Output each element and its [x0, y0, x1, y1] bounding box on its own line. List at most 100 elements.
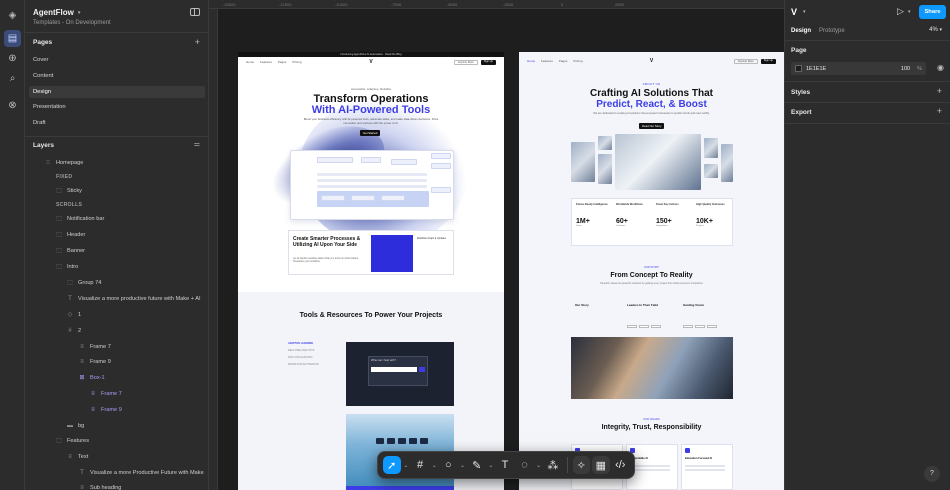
- nav-link[interactable]: Home: [246, 60, 254, 64]
- chevron-down-icon[interactable]: ⌄: [459, 456, 466, 474]
- canvas[interactable]: -15000 -12500 -10000 -7500 -5000 -2500 0…: [209, 0, 784, 490]
- file-name[interactable]: AgentFlow ▾: [33, 8, 80, 17]
- frame-icon: ⬚: [56, 264, 62, 270]
- chevron-down-icon[interactable]: ⌄: [535, 456, 542, 474]
- page-background-field[interactable]: 1E1E1E 100 %: [791, 62, 926, 75]
- nav-link[interactable]: Pricing: [573, 59, 582, 63]
- pen-tool-icon[interactable]: ✎: [468, 456, 486, 474]
- tools-tab[interactable]: DATA VISUALIZATION: [288, 356, 334, 359]
- nav-link[interactable]: Features: [260, 60, 272, 64]
- page-item-design[interactable]: Design: [29, 86, 205, 98]
- text-tool-icon[interactable]: T: [496, 456, 514, 474]
- layer-row[interactable]: #2: [67, 325, 81, 337]
- add-style-icon[interactable]: +: [937, 87, 942, 96]
- shape-tool-icon[interactable]: ○: [440, 456, 458, 474]
- nav-link[interactable]: Pages: [559, 59, 568, 63]
- page-item-draft[interactable]: Draft: [29, 117, 205, 129]
- add-page-icon[interactable]: +: [195, 38, 200, 47]
- tools-tab[interactable]: ADAPTIVE LEARNING: [288, 342, 334, 345]
- layer-row[interactable]: ≡ Frame 7: [90, 388, 122, 400]
- chevron-down-icon[interactable]: ▾: [908, 9, 911, 15]
- layer-row[interactable]: T Visualize a more productive future with…: [67, 293, 200, 305]
- explore-button[interactable]: Explore More: [734, 58, 758, 64]
- avatar-logo-icon[interactable]: V: [791, 7, 797, 17]
- comment-tool-icon[interactable]: ◌: [516, 456, 534, 474]
- frame-tool-icon[interactable]: #: [411, 456, 429, 474]
- background-hex[interactable]: 1E1E1E: [806, 66, 826, 72]
- nav-link[interactable]: Pricing: [292, 60, 301, 64]
- figma-app: ◈ ▤ ⊕ ⌕ ⊗ AgentFlow ▾ Templates - On Deve…: [0, 0, 950, 490]
- tools-tab[interactable]: REAL-TIME ANALYTICS: [288, 349, 334, 352]
- layer-row[interactable]: ≡ Sub heading: [79, 482, 121, 490]
- about-frame[interactable]: Home Features Pages Pricing V Explore Mo…: [519, 52, 784, 490]
- signup-button[interactable]: Sign Up: [760, 58, 776, 64]
- chevron-down-icon[interactable]: ⌄: [487, 456, 494, 474]
- sidebar-toggle-icon[interactable]: [190, 8, 200, 16]
- layer-row[interactable]: ▬ bg: [67, 420, 84, 432]
- chevron-down-icon[interactable]: ⌄: [403, 456, 410, 474]
- divider: [25, 32, 208, 33]
- chevron-down-icon[interactable]: ▾: [803, 9, 806, 15]
- layers-filter-icon[interactable]: ⚌: [194, 141, 200, 148]
- zoom-level[interactable]: 4% ▾: [929, 27, 942, 33]
- app-chip: [398, 438, 406, 444]
- layer-row[interactable]: ⊠ Box-1: [79, 372, 104, 384]
- layer-row[interactable]: ⬚ Banner: [56, 245, 85, 257]
- nav-link[interactable]: Pages: [278, 60, 287, 64]
- search-icon[interactable]: ⌕: [4, 70, 21, 87]
- figma-menu-icon[interactable]: ◈: [4, 7, 21, 24]
- page-item-cover[interactable]: Cover: [29, 54, 205, 66]
- add-export-icon[interactable]: +: [937, 107, 942, 116]
- tab-prototype[interactable]: Prototype: [819, 28, 845, 34]
- dev-mode-icon[interactable]: ‹/›: [612, 456, 630, 474]
- homepage-frame[interactable]: Introducing AgentFlow AI Automation · Re…: [238, 52, 504, 490]
- background-opacity[interactable]: 100: [901, 66, 910, 72]
- move-tool-icon[interactable]: ➚: [383, 456, 401, 474]
- explore-button[interactable]: Explore More: [454, 59, 478, 65]
- signup-button[interactable]: Sign Up: [480, 59, 496, 65]
- layer-row[interactable]: ≡ Frame 9: [79, 356, 111, 368]
- page-item-presentation[interactable]: Presentation: [29, 101, 205, 113]
- photo: [598, 154, 612, 184]
- nav-link[interactable]: Home: [527, 59, 535, 63]
- design-mode-icon[interactable]: ▦: [592, 456, 610, 474]
- layer-row[interactable]: T Visualize a more Productive Future with…: [79, 467, 204, 479]
- nav-link[interactable]: Features: [541, 59, 553, 63]
- tab-design[interactable]: Design: [791, 28, 811, 34]
- dash-chip: [431, 163, 451, 169]
- hero-cta-button[interactable]: Get Started: [360, 130, 381, 136]
- layer-row[interactable]: ◇ 1: [67, 309, 81, 321]
- layer-row[interactable]: ⬚ Notification bar: [56, 213, 104, 225]
- layer-row[interactable]: ≡ Frame 9: [90, 404, 122, 416]
- file-icon[interactable]: ▤: [4, 30, 21, 47]
- project-name[interactable]: Templates - On Development: [33, 20, 111, 26]
- dash-chip: [381, 195, 405, 201]
- tools-tab[interactable]: WORKFLOW AUTOMATION: [288, 363, 334, 366]
- layer-row[interactable]: ≡ Frame 7: [79, 341, 111, 353]
- assets-icon[interactable]: ⊕: [4, 50, 21, 67]
- present-icon[interactable]: ▷: [897, 6, 904, 17]
- app-chip: [376, 438, 384, 444]
- chevron-down-icon[interactable]: ⌄: [431, 456, 438, 474]
- layer-row[interactable]: ⬚ Features: [56, 435, 89, 447]
- layer-row[interactable]: ⬚ Sticky: [56, 185, 82, 197]
- plugins-icon[interactable]: ⊗: [4, 97, 21, 114]
- actions-icon[interactable]: ⁂: [544, 456, 562, 474]
- text-line: [630, 469, 670, 471]
- site-logo-icon: V: [649, 58, 654, 64]
- layer-row[interactable]: ⁝⁝ Homepage: [45, 157, 83, 169]
- layer-row[interactable]: ⬚ Intro: [56, 261, 78, 273]
- stat-label: Users: [576, 224, 582, 227]
- story-columns: Our Story Leaders In Their Field Guiding…: [575, 303, 735, 333]
- color-swatch[interactable]: [795, 65, 802, 72]
- draw-mode-icon[interactable]: ✧: [572, 456, 591, 474]
- page-item-content[interactable]: Content: [29, 70, 205, 82]
- share-button[interactable]: Share: [919, 5, 946, 19]
- about-cta-button[interactable]: Read Our Story: [639, 123, 665, 129]
- help-icon[interactable]: ?: [924, 466, 940, 482]
- layer-row[interactable]: ⬚ Header: [56, 229, 85, 241]
- eye-icon[interactable]: ◉: [937, 63, 944, 72]
- layer-row[interactable]: ⬚ Group 74: [67, 277, 101, 289]
- ruler-tick: 0: [561, 2, 564, 7]
- layer-row[interactable]: ≡ Text: [67, 451, 88, 463]
